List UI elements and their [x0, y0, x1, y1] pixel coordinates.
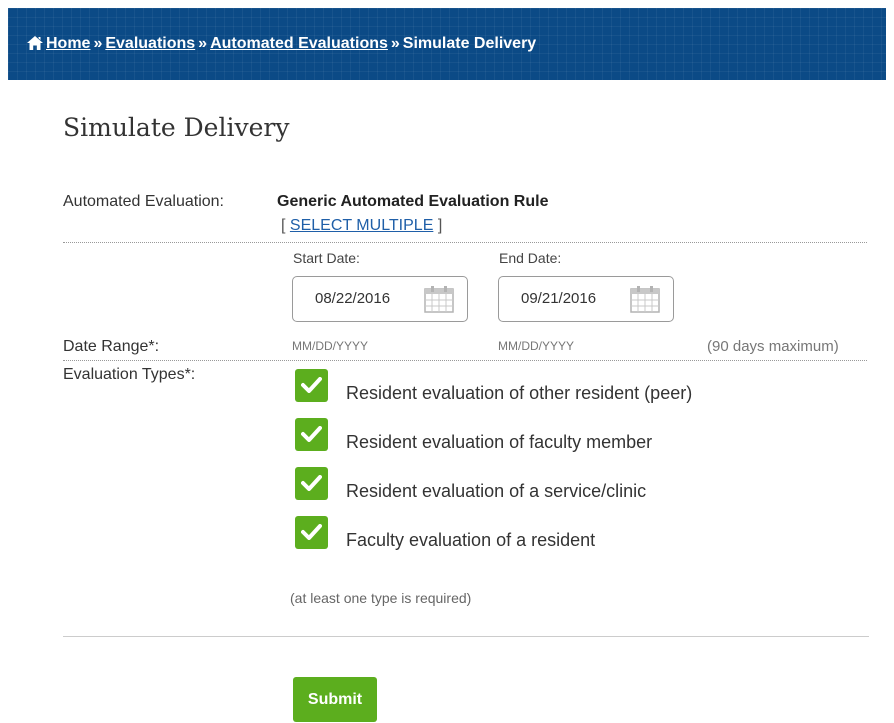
end-date-format-hint: MM/DD/YYYY	[498, 339, 575, 353]
automated-evaluation-value: Generic Automated Evaluation Rule	[277, 193, 549, 210]
end-date-input[interactable]: 09/21/2016	[498, 276, 674, 322]
required-note: (at least one type is required)	[290, 590, 472, 606]
checkbox-checked[interactable]	[295, 467, 328, 500]
form-divider	[63, 636, 869, 637]
checkbox-checked[interactable]	[295, 369, 328, 402]
divider	[63, 360, 867, 361]
evaluation-type-label: Resident evaluation of a service/clinic	[346, 481, 647, 501]
breadcrumb-current: Simulate Delivery	[402, 35, 537, 52]
divider	[63, 242, 867, 243]
breadcrumb: Home» Evaluations» Automated Evaluations» S…	[27, 35, 536, 55]
evaluation-type-label: Faculty evaluation of a resident	[346, 530, 596, 550]
checkbox-checked[interactable]	[295, 516, 328, 549]
breadcrumb-home-link[interactable]: Home	[46, 35, 90, 52]
start-date-input[interactable]: 08/22/2016	[292, 276, 468, 322]
calendar-icon[interactable]	[630, 285, 660, 318]
submit-button[interactable]: Submit	[293, 677, 377, 722]
breadcrumb-separator: »	[93, 35, 103, 52]
breadcrumb-evaluations-link[interactable]: Evaluations	[105, 35, 195, 52]
start-date-value: 08/22/2016	[315, 290, 391, 307]
end-date-label: End Date:	[499, 250, 562, 266]
breadcrumb-separator: »	[198, 35, 208, 52]
date-range-label: Date Range*:	[63, 338, 160, 355]
home-icon[interactable]	[27, 36, 43, 55]
evaluation-type-label: Resident evaluation of other resident (p…	[346, 383, 693, 403]
breadcrumb-automated-evaluations-link[interactable]: Automated Evaluations	[210, 35, 388, 52]
bracket-open: [	[281, 217, 286, 234]
page-title: Simulate Delivery	[63, 113, 290, 142]
bracket-close: ]	[437, 217, 443, 234]
select-multiple-wrapper: [ SELECT MULTIPLE ]	[281, 217, 442, 235]
automated-evaluation-label: Automated Evaluation:	[63, 193, 224, 210]
breadcrumb-separator: »	[390, 35, 400, 52]
checkbox-checked[interactable]	[295, 418, 328, 451]
evaluation-type-label: Resident evaluation of faculty member	[346, 432, 653, 452]
breadcrumb-bar: Home» Evaluations» Automated Evaluations» S…	[8, 8, 886, 80]
max-days-note: (90 days maximum)	[707, 338, 839, 355]
start-date-format-hint: MM/DD/YYYY	[292, 339, 369, 353]
calendar-icon[interactable]	[424, 285, 454, 318]
evaluation-types-label: Evaluation Types*:	[63, 366, 196, 383]
select-multiple-link[interactable]: SELECT MULTIPLE	[290, 217, 433, 234]
start-date-label: Start Date:	[293, 250, 360, 266]
end-date-value: 09/21/2016	[521, 290, 597, 307]
